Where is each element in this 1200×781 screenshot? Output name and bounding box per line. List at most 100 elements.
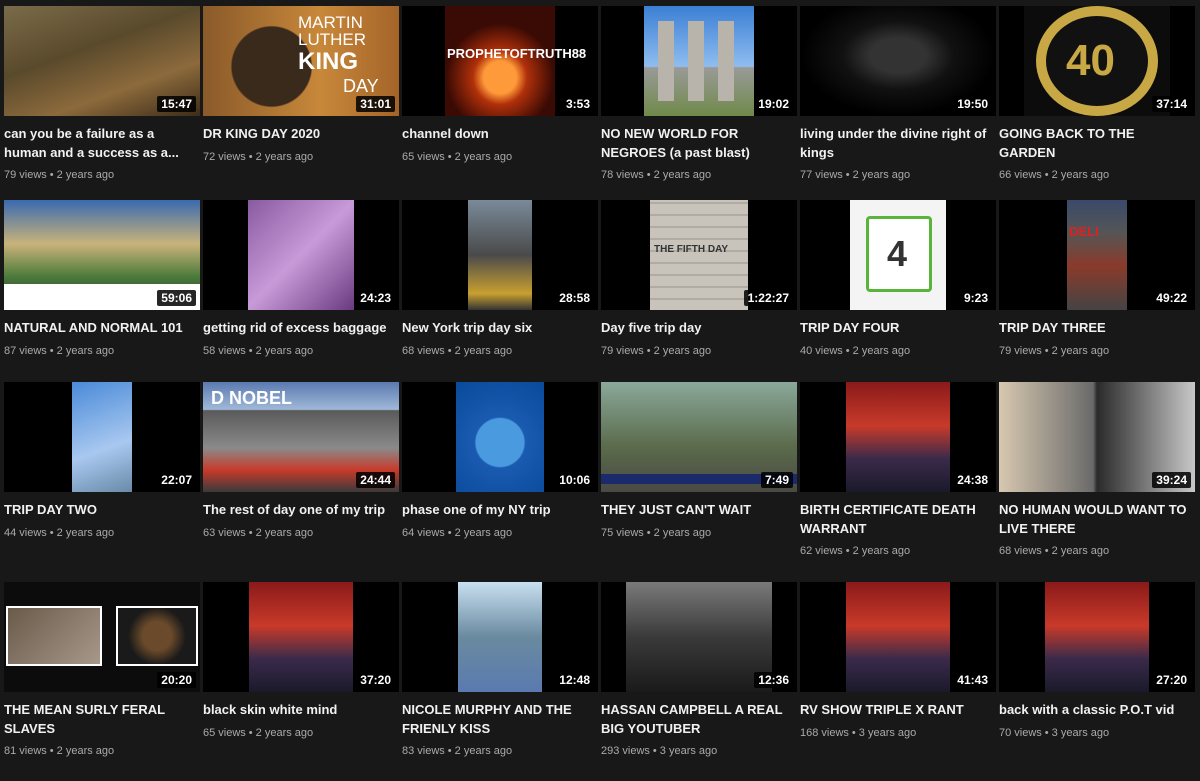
video-card[interactable]: 4 9:23 TRIP DAY FOUR 40 views • 2 years ag…: [800, 200, 996, 382]
video-card[interactable]: 24:38 BIRTH CERTIFICATE DEATH WARRANT 62…: [800, 382, 996, 582]
video-thumbnail[interactable]: DELI 49:22: [999, 200, 1195, 310]
video-thumbnail[interactable]: 19:02: [601, 6, 797, 116]
video-title[interactable]: channel down: [402, 125, 598, 144]
video-thumbnail[interactable]: 19:50: [800, 6, 996, 116]
view-count: 75 views: [601, 526, 644, 539]
thumbnail-image: THE FIFTH DAY: [650, 200, 748, 310]
duration-badge: 1:22:27: [743, 290, 793, 306]
duration-badge: 20:20: [157, 672, 196, 688]
duration-badge: 24:44: [356, 472, 395, 488]
video-thumbnail[interactable]: 12:48: [402, 582, 598, 692]
video-thumbnail[interactable]: 24:38: [800, 382, 996, 492]
video-thumbnail[interactable]: 59:06: [4, 200, 200, 310]
separator: •: [1044, 169, 1049, 181]
video-card[interactable]: 39:24 NO HUMAN WOULD WANT TO LIVE THERE …: [999, 382, 1195, 582]
video-card[interactable]: MARTIN LUTHER KING DAY 31:01 DR KING DAY…: [203, 6, 399, 200]
video-title[interactable]: The rest of day one of my trip: [203, 501, 399, 520]
video-thumbnail[interactable]: 39:24: [999, 382, 1195, 492]
thumbnail-panel: [6, 606, 102, 666]
video-card[interactable]: 10:06 phase one of my NY trip 64 views • 2…: [402, 382, 598, 582]
video-card[interactable]: 20:20 THE MEAN SURLY FERAL SLAVES 81 vie…: [4, 582, 200, 773]
thumbnail-image: [248, 200, 354, 310]
video-title[interactable]: getting rid of excess baggage: [203, 319, 399, 338]
video-title[interactable]: DR KING DAY 2020: [203, 125, 399, 144]
thumbnail-image: [846, 582, 950, 692]
video-title[interactable]: TRIP DAY TWO: [4, 501, 200, 520]
video-card[interactable]: 22:07 TRIP DAY TWO 44 views • 2 years ago: [4, 382, 200, 582]
video-thumbnail[interactable]: MARTIN LUTHER KING DAY 31:01: [203, 6, 399, 116]
video-title[interactable]: RV SHOW TRIPLE X RANT: [800, 701, 996, 720]
video-thumbnail[interactable]: 24:23: [203, 200, 399, 310]
thumbnail-text: DAY: [343, 76, 379, 96]
duration-badge: 31:01: [356, 96, 395, 112]
video-title[interactable]: black skin white mind: [203, 701, 399, 720]
video-thumbnail[interactable]: D NOBEL 24:44: [203, 382, 399, 492]
video-card[interactable]: 28:58 New York trip day six 68 views • 2 y…: [402, 200, 598, 382]
video-thumbnail[interactable]: 15:47: [4, 6, 200, 116]
view-count: 81 views: [4, 745, 47, 757]
thumbnail-image: [626, 582, 772, 692]
video-title[interactable]: NO HUMAN WOULD WANT TO LIVE THERE: [999, 501, 1195, 538]
video-thumbnail[interactable]: 7:49: [601, 382, 797, 492]
separator: •: [49, 526, 54, 539]
video-card[interactable]: 27:20 back with a classic P.O.T vid 70 v…: [999, 582, 1195, 773]
video-card[interactable]: 24:23 getting rid of excess baggage 58 v…: [203, 200, 399, 382]
video-card[interactable]: 7:49 THEY JUST CAN'T WAIT 75 views • 2 yea…: [601, 382, 797, 582]
video-thumbnail[interactable]: 41:43: [800, 582, 996, 692]
video-title[interactable]: can you be a failure as a human and a su…: [4, 125, 200, 162]
video-thumbnail[interactable]: 22:07: [4, 382, 200, 492]
video-title[interactable]: THE MEAN SURLY FERAL SLAVES: [4, 701, 200, 738]
video-card[interactable]: 19:50 living under the divine right of k…: [800, 6, 996, 200]
video-title[interactable]: phase one of my NY trip: [402, 501, 598, 520]
video-title[interactable]: NO NEW WORLD FOR NEGROES (a past blast): [601, 125, 797, 162]
video-card[interactable]: 12:48 NICOLE MURPHY AND THE FRIENLY KISS…: [402, 582, 598, 773]
duration-badge: 12:36: [754, 672, 793, 688]
video-title[interactable]: New York trip day six: [402, 319, 598, 338]
video-title[interactable]: BIRTH CERTIFICATE DEATH WARRANT: [800, 501, 996, 538]
view-count: 72 views: [203, 150, 246, 163]
view-count: 77 views: [800, 169, 843, 181]
video-title[interactable]: TRIP DAY FOUR: [800, 319, 996, 338]
video-card[interactable]: 40 37:14 GOING BACK TO THE GARDEN 66 vie…: [999, 6, 1195, 200]
video-card[interactable]: 41:43 RV SHOW TRIPLE X RANT 168 views • 3 …: [800, 582, 996, 773]
video-card[interactable]: 37:20 black skin white mind 65 views • 2 y…: [203, 582, 399, 773]
duration-badge: 19:50: [953, 96, 992, 112]
video-card[interactable]: 15:47 can you be a failure as a human an…: [4, 6, 200, 200]
video-thumbnail[interactable]: 12:36: [601, 582, 797, 692]
separator: •: [845, 344, 850, 357]
duration-badge: 9:23: [959, 290, 992, 306]
duration-badge: 3:53: [561, 96, 594, 112]
view-count: 65 views: [203, 726, 246, 739]
video-card[interactable]: 59:06 NATURAL AND NORMAL 101 87 views • 2 …: [4, 200, 200, 382]
video-title[interactable]: TRIP DAY THREE: [999, 319, 1195, 338]
video-thumbnail[interactable]: PROPHETOFTRUTH88 3:53: [402, 6, 598, 116]
video-thumbnail[interactable]: 40 37:14: [999, 6, 1195, 116]
video-thumbnail[interactable]: 28:58: [402, 200, 598, 310]
video-title[interactable]: back with a classic P.O.T vid: [999, 701, 1195, 720]
video-thumbnail[interactable]: 37:20: [203, 582, 399, 692]
video-title[interactable]: THEY JUST CAN'T WAIT: [601, 501, 797, 520]
video-thumbnail[interactable]: 4 9:23: [800, 200, 996, 310]
video-thumbnail[interactable]: 27:20: [999, 582, 1195, 692]
video-card[interactable]: THE FIFTH DAY 1:22:27 Day five trip day …: [601, 200, 797, 382]
video-card[interactable]: D NOBEL 24:44 The rest of day one of my …: [203, 382, 399, 582]
video-title[interactable]: Day five trip day: [601, 319, 797, 338]
upload-age: 2 years ago: [653, 169, 712, 181]
video-card[interactable]: 12:36 HASSAN CAMPBELL A REAL BIG YOUTUBE…: [601, 582, 797, 773]
video-title[interactable]: HASSAN CAMPBELL A REAL BIG YOUTUBER: [601, 701, 797, 738]
video-title[interactable]: NICOLE MURPHY AND THE FRIENLY KISS: [402, 701, 598, 738]
video-meta: 168 views • 3 years ago: [800, 726, 996, 740]
duration-badge: 7:49: [760, 472, 793, 488]
video-title[interactable]: living under the divine right of kings: [800, 125, 996, 162]
video-title[interactable]: GOING BACK TO THE GARDEN: [999, 125, 1195, 162]
video-card[interactable]: PROPHETOFTRUTH88 3:53 channel down 65 vi…: [402, 6, 598, 200]
video-card[interactable]: DELI 49:22 TRIP DAY THREE 79 views • 2 yea…: [999, 200, 1195, 382]
video-thumbnail[interactable]: 20:20: [4, 582, 200, 692]
video-title[interactable]: NATURAL AND NORMAL 101: [4, 319, 200, 338]
video-thumbnail[interactable]: 10:06: [402, 382, 598, 492]
separator: •: [49, 169, 54, 181]
calendar-icon: 4: [866, 216, 932, 292]
video-thumbnail[interactable]: THE FIFTH DAY 1:22:27: [601, 200, 797, 310]
video-card[interactable]: 19:02 NO NEW WORLD FOR NEGROES (a past b…: [601, 6, 797, 200]
thumbnail-text: 40: [1066, 36, 1115, 85]
